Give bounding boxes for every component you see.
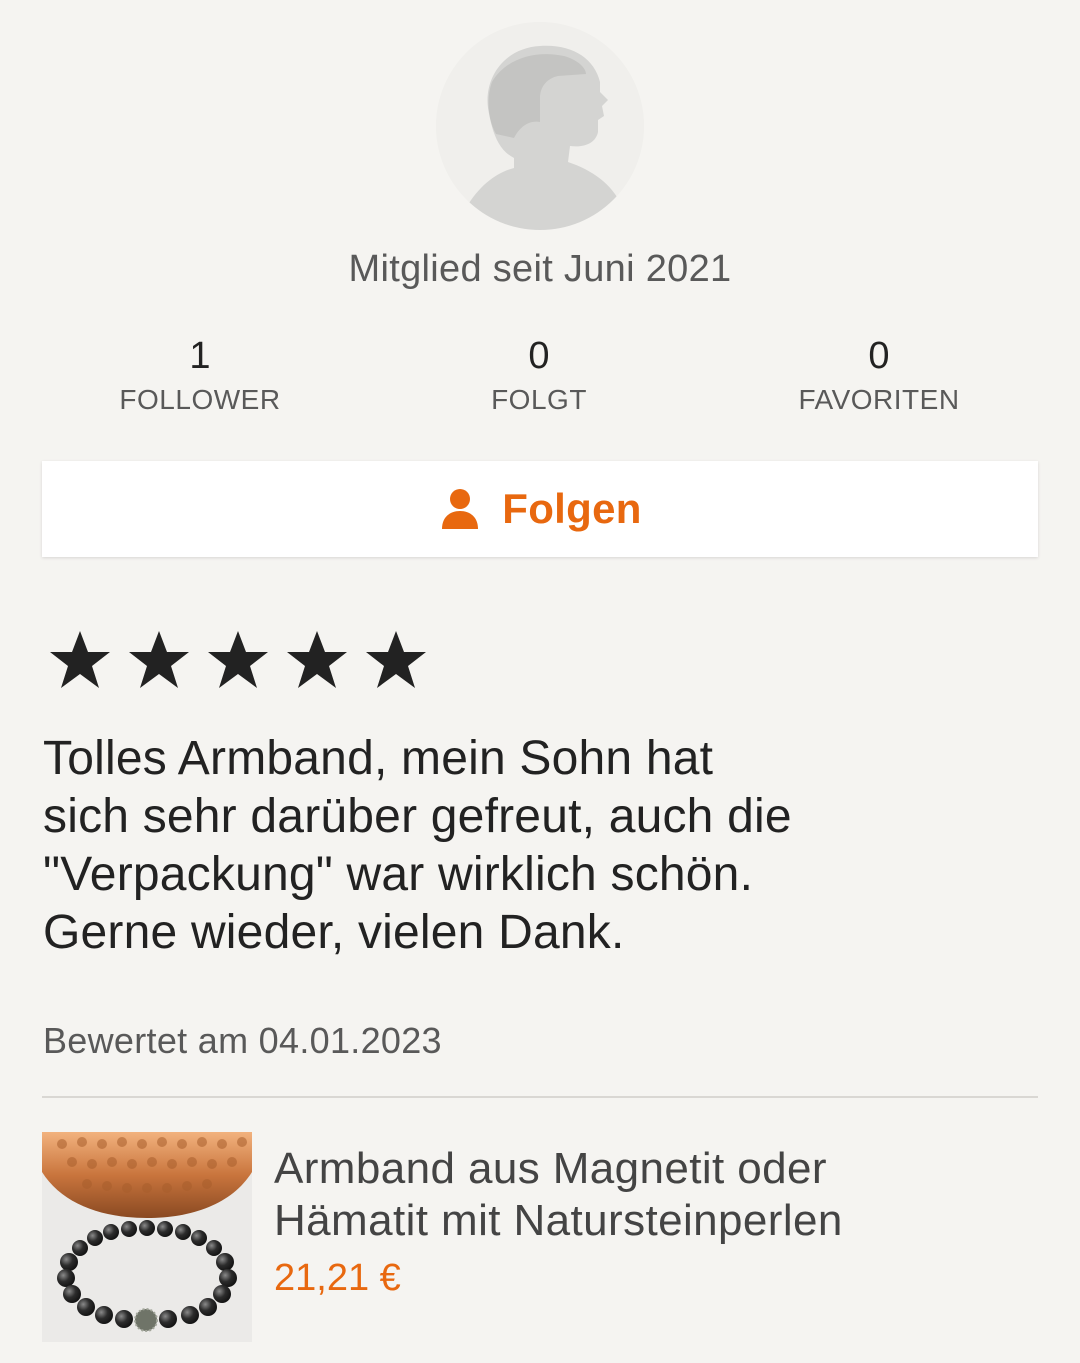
favorites-label: FAVORITEN	[798, 384, 960, 415]
following-label: FOLGT	[491, 384, 587, 415]
star-icon	[287, 631, 347, 688]
divider	[42, 1096, 1038, 1098]
favorites-count: 0	[868, 335, 890, 377]
bracelet-product-image	[42, 1132, 252, 1342]
user-icon	[442, 489, 479, 529]
default-user-avatar-icon	[436, 22, 644, 230]
avatar	[436, 22, 644, 230]
product-title[interactable]: Armband aus Magnetit oder Hämatit mit Na…	[274, 1143, 1034, 1247]
following-count: 0	[528, 335, 550, 377]
star-rating	[48, 628, 443, 692]
star-icon	[129, 631, 189, 688]
followers-count: 1	[189, 335, 211, 377]
review-text: Tolles Armband, mein Sohn hat sich sehr …	[43, 732, 792, 959]
star-icon	[366, 631, 426, 688]
followers-label: FOLLOWER	[119, 384, 281, 415]
review-date: Bewertet am 04.01.2023	[43, 1020, 442, 1061]
product-thumbnail[interactable]	[42, 1132, 252, 1342]
product-price: 21,21 €	[274, 1257, 401, 1299]
favorites-stat[interactable]: 0 FAVORITEN	[729, 336, 1029, 416]
following-stat[interactable]: 0 FOLGT	[389, 336, 689, 416]
follow-button-label: Folgen	[502, 485, 642, 532]
star-icon	[208, 631, 268, 688]
star-icon	[50, 631, 110, 688]
followers-stat[interactable]: 1 FOLLOWER	[50, 336, 350, 416]
follow-button[interactable]: Folgen	[42, 461, 1038, 557]
member-since: Mitglied seit Juni 2021	[348, 248, 732, 290]
